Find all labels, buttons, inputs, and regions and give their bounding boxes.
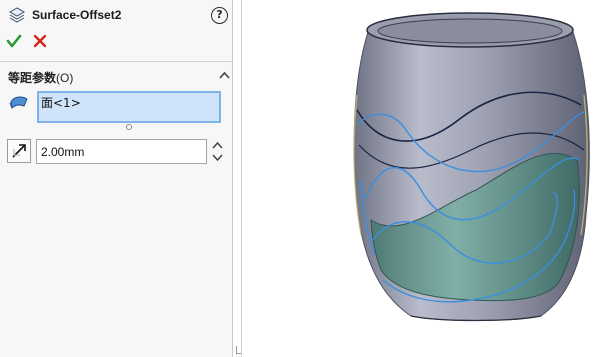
face-select-icon xyxy=(9,96,28,110)
graphics-viewport[interactable] xyxy=(241,0,616,357)
panel-splitter[interactable] xyxy=(233,0,241,357)
group-title-text: 等距参数 xyxy=(8,71,57,85)
chevron-up-icon[interactable] xyxy=(219,71,230,79)
group-title: 等距参数(O) xyxy=(8,69,73,86)
reverse-direction-icon xyxy=(12,144,26,158)
checkmark-icon[interactable] xyxy=(6,33,22,49)
property-manager-panel: Surface-Offset2 ? 等距参数(O) 面<1> xyxy=(0,0,233,357)
offset-distance-input[interactable] xyxy=(36,139,207,164)
vase-opening xyxy=(377,18,563,44)
offset-parameters-group-header[interactable]: 等距参数(O) xyxy=(0,66,233,88)
reverse-direction-button[interactable] xyxy=(7,139,31,163)
group-title-shortcut: (O) xyxy=(56,71,74,85)
spin-up-icon[interactable] xyxy=(212,141,223,150)
divider xyxy=(0,61,233,62)
list-resize-handle[interactable] xyxy=(126,124,132,130)
panel-title: Surface-Offset2 xyxy=(32,8,122,22)
spin-down-icon[interactable] xyxy=(212,153,223,162)
close-icon[interactable] xyxy=(33,34,47,48)
face-selection-list[interactable]: 面<1> xyxy=(37,91,221,123)
vase-model[interactable] xyxy=(242,0,616,357)
selected-face-item[interactable]: 面<1> xyxy=(41,94,81,111)
panel-header: Surface-Offset2 ? xyxy=(0,0,233,30)
surface-offset-icon xyxy=(8,7,26,23)
help-icon[interactable]: ? xyxy=(211,7,228,24)
